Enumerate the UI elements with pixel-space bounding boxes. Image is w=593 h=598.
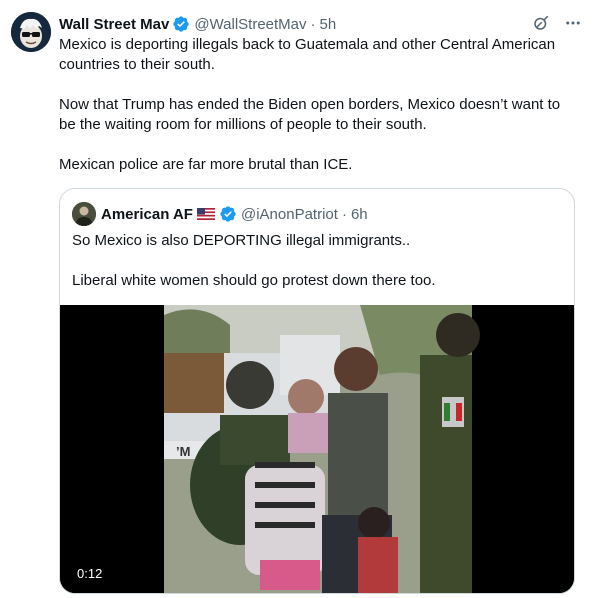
us-flag-icon	[196, 208, 215, 220]
more-options-icon[interactable]	[563, 13, 583, 33]
author-avatar[interactable]	[11, 12, 51, 52]
author-handle[interactable]: @WallStreetMav	[194, 16, 306, 33]
quoted-author-handle[interactable]: @iAnonPatriot	[241, 206, 338, 223]
video-player[interactable]: ’M 0:12	[60, 305, 574, 593]
quoted-author-name[interactable]: American AF	[101, 206, 193, 223]
verified-badge-icon	[173, 16, 189, 32]
separator-dot: ·	[310, 15, 316, 33]
tweet-header: Wall Street Mav @WallStreetMav · 5h	[59, 13, 583, 35]
quoted-timestamp[interactable]: 6h	[351, 206, 368, 223]
quoted-tweet-text: So Mexico is also DEPORTING illegal immi…	[72, 232, 436, 289]
video-duration-badge: 0:12	[72, 564, 108, 583]
tweet-timestamp[interactable]: 5h	[320, 16, 337, 33]
header-actions	[531, 13, 583, 33]
quoted-tweet-header: American AF @iAnonPatriot · 6h	[72, 202, 368, 226]
van-sign-text: ’M	[176, 444, 190, 459]
tweet-text: Mexico is deporting illegals back to Gua…	[59, 36, 561, 173]
quoted-separator-dot: ·	[341, 205, 347, 223]
author-name[interactable]: Wall Street Mav	[59, 16, 169, 33]
quoted-author-avatar[interactable]	[72, 202, 96, 226]
video-frame: ’M	[60, 305, 574, 593]
quoted-verified-badge-icon	[220, 206, 236, 222]
sunglasses-avatar-icon	[11, 12, 51, 52]
person-avatar-icon	[72, 202, 96, 226]
quoted-tweet[interactable]: American AF @iAnonPatriot · 6h So Mexico…	[59, 188, 575, 594]
grok-icon[interactable]	[531, 13, 551, 33]
